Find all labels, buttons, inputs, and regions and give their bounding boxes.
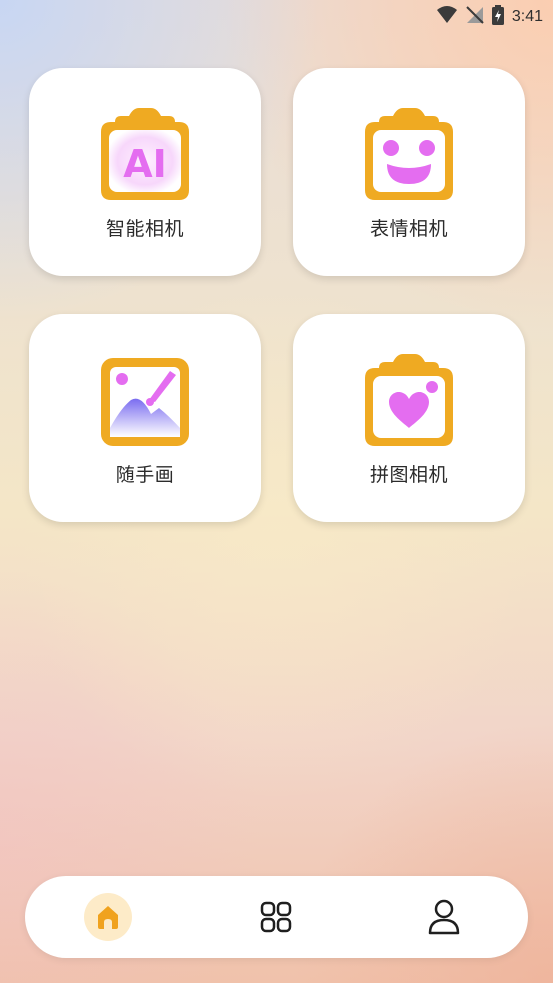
nav-profile-button[interactable] [420, 893, 468, 941]
status-icons: 3:41 [436, 5, 543, 29]
nav-home-button[interactable] [84, 893, 132, 941]
wifi-icon [436, 6, 458, 28]
battery-charging-icon [491, 5, 504, 29]
home-icon [84, 893, 132, 941]
status-bar: 3:41 [0, 0, 553, 30]
profile-icon [428, 899, 460, 935]
smile-camera-icon [361, 108, 457, 204]
card-freehand-draw[interactable]: 随手画 [29, 314, 261, 522]
card-label: 智能相机 [105, 218, 184, 240]
ai-camera-icon: AI [97, 108, 193, 204]
card-label: 表情相机 [369, 218, 448, 240]
card-ai-camera[interactable]: AI 智能相机 [29, 68, 261, 276]
card-emoji-camera[interactable]: 表情相机 [293, 68, 525, 276]
brush-picture-icon [97, 354, 193, 450]
card-label: 随手画 [115, 464, 175, 486]
bottom-navigation [25, 876, 528, 958]
grid-icon [260, 901, 292, 933]
signal-off-icon [466, 6, 484, 28]
heart-camera-icon [361, 354, 457, 450]
nav-grid-button[interactable] [252, 893, 300, 941]
card-collage-camera[interactable]: 拼图相机 [293, 314, 525, 522]
ai-icon-text: AI [123, 142, 167, 186]
card-label: 拼图相机 [369, 464, 448, 486]
status-time: 3:41 [511, 8, 543, 25]
